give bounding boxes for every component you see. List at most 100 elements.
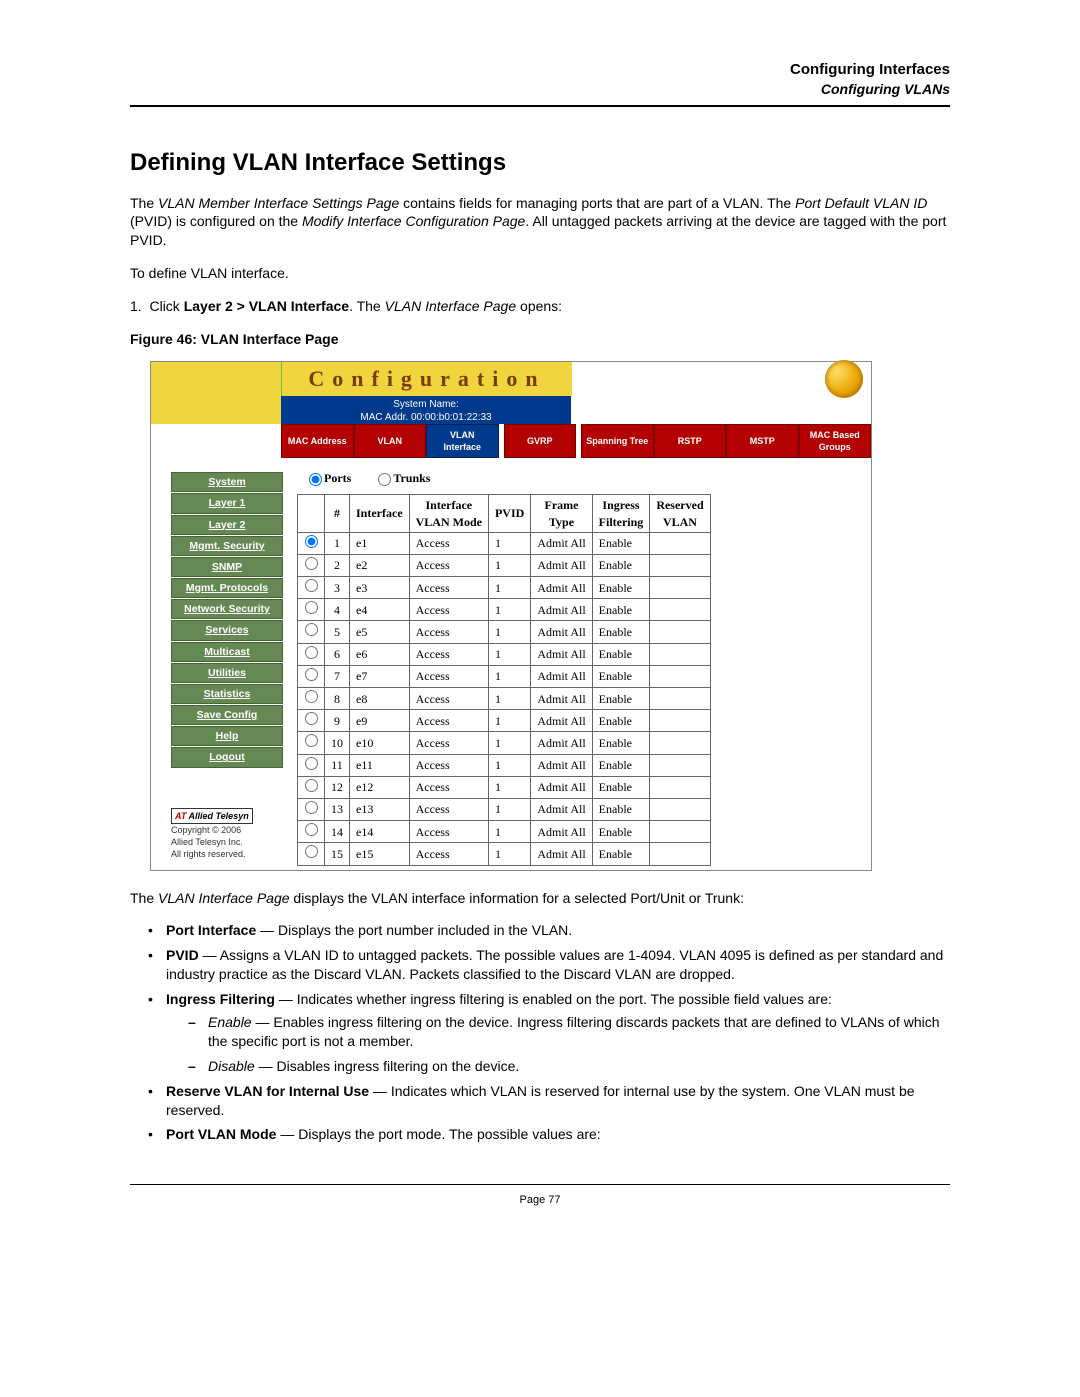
row-reserved	[650, 821, 710, 843]
row-pvid: 1	[488, 732, 530, 754]
sidebar-item-multicast[interactable]: Multicast	[171, 642, 283, 662]
row-select-radio[interactable]	[305, 601, 318, 614]
row-num: 12	[325, 776, 350, 798]
tab-mac-based-groups[interactable]: MAC Based Groups	[799, 424, 872, 458]
row-frametype: Admit All	[531, 665, 592, 687]
tab-spanning-tree[interactable]: Spanning Tree	[581, 424, 654, 458]
sub-list-item: Enable — Enables ingress filtering on th…	[188, 1013, 950, 1051]
row-select-radio[interactable]	[305, 557, 318, 570]
tab-rstp[interactable]: RSTP	[654, 424, 727, 458]
mac-address-label: MAC Addr. 00:00:b0:01:22:33	[281, 411, 571, 425]
sidebar-item-logout[interactable]: Logout	[171, 747, 283, 767]
row-select-radio[interactable]	[305, 623, 318, 636]
row-select-radio[interactable]	[305, 823, 318, 836]
sub-list-item: Disable — Disables ingress filtering on …	[188, 1057, 950, 1076]
tab-mstp[interactable]: MSTP	[726, 424, 799, 458]
row-pvid: 1	[488, 798, 530, 820]
row-select-radio[interactable]	[305, 668, 318, 681]
row-num: 10	[325, 732, 350, 754]
option-name: Disable	[208, 1058, 255, 1074]
row-reserved	[650, 754, 710, 776]
trunks-radio[interactable]	[378, 473, 391, 486]
row-reserved	[650, 688, 710, 710]
row-interface: e10	[350, 732, 410, 754]
text-italic: Modify Interface Configuration Page	[302, 213, 525, 229]
field-desc: — Displays the port number included in t…	[256, 922, 572, 938]
row-select-radio[interactable]	[305, 535, 318, 548]
row-frametype: Admit All	[531, 776, 592, 798]
sidebar-item-layer-1[interactable]: Layer 1	[171, 493, 283, 513]
row-interface: e9	[350, 710, 410, 732]
row-interface: e1	[350, 532, 410, 554]
list-item: Reserve VLAN for Internal Use — Indicate…	[148, 1082, 950, 1120]
field-name: Reserve VLAN for Internal Use	[166, 1083, 369, 1099]
row-select-radio[interactable]	[305, 579, 318, 592]
text-italic: VLAN Member Interface Settings Page	[158, 195, 399, 211]
row-reserved	[650, 710, 710, 732]
row-reserved	[650, 843, 710, 865]
sidebar-item-services[interactable]: Services	[171, 620, 283, 640]
tab-mac-address[interactable]: MAC Address	[281, 424, 354, 458]
row-interface: e13	[350, 798, 410, 820]
row-num: 15	[325, 843, 350, 865]
row-select-radio[interactable]	[305, 845, 318, 858]
row-mode: Access	[409, 621, 488, 643]
column-header: #	[325, 495, 350, 532]
row-ingress: Enable	[592, 754, 650, 776]
row-frametype: Admit All	[531, 621, 592, 643]
table-row: 11e11Access1Admit AllEnable	[298, 754, 711, 776]
ports-radio[interactable]	[309, 473, 322, 486]
tabs-row: MAC AddressVLANVLAN InterfaceGVRPSpannin…	[151, 424, 871, 458]
sidebar-item-utilities[interactable]: Utilities	[171, 663, 283, 683]
row-pvid: 1	[488, 532, 530, 554]
tab-vlan-interface[interactable]: VLAN Interface	[426, 424, 499, 458]
table-row: 13e13Access1Admit AllEnable	[298, 798, 711, 820]
row-interface: e11	[350, 754, 410, 776]
field-desc: — Indicates whether ingress filtering is…	[275, 991, 832, 1007]
row-select-radio[interactable]	[305, 712, 318, 725]
row-select-radio[interactable]	[305, 646, 318, 659]
row-reserved	[650, 732, 710, 754]
row-select-radio[interactable]	[305, 779, 318, 792]
sidebar-item-save-config[interactable]: Save Config	[171, 705, 283, 725]
row-mode: Access	[409, 554, 488, 576]
header-rule	[130, 105, 950, 107]
sidebar-item-layer-2[interactable]: Layer 2	[171, 515, 283, 535]
row-num: 9	[325, 710, 350, 732]
row-frametype: Admit All	[531, 532, 592, 554]
tab-gvrp[interactable]: GVRP	[504, 424, 577, 458]
row-ingress: Enable	[592, 710, 650, 732]
sidebar-item-network-security[interactable]: Network Security	[171, 599, 283, 619]
row-select-radio[interactable]	[305, 734, 318, 747]
sidebar-item-snmp[interactable]: SNMP	[171, 557, 283, 577]
row-num: 11	[325, 754, 350, 776]
row-frametype: Admit All	[531, 643, 592, 665]
header-line2: Configuring VLANs	[130, 80, 950, 99]
row-reserved	[650, 798, 710, 820]
vlan-interface-table: #InterfaceInterfaceVLAN ModePVIDFrameTyp…	[297, 494, 711, 865]
row-ingress: Enable	[592, 665, 650, 687]
table-row: 1e1Access1Admit AllEnable	[298, 532, 711, 554]
row-interface: e4	[350, 599, 410, 621]
row-pvid: 1	[488, 754, 530, 776]
row-pvid: 1	[488, 554, 530, 576]
page-header: Configuring Interfaces Configuring VLANs	[130, 60, 950, 99]
sidebar-item-statistics[interactable]: Statistics	[171, 684, 283, 704]
sidebar-item-system[interactable]: System	[171, 472, 283, 492]
tab-vlan[interactable]: VLAN	[354, 424, 427, 458]
row-num: 8	[325, 688, 350, 710]
table-row: 2e2Access1Admit AllEnable	[298, 554, 711, 576]
sidebar-item-mgmt-protocols[interactable]: Mgmt. Protocols	[171, 578, 283, 598]
table-row: 5e5Access1Admit AllEnable	[298, 621, 711, 643]
copyright-line: Copyright © 2006	[171, 825, 241, 835]
row-select-radio[interactable]	[305, 801, 318, 814]
row-reserved	[650, 621, 710, 643]
row-reserved	[650, 665, 710, 687]
sidebar-item-help[interactable]: Help	[171, 726, 283, 746]
row-ingress: Enable	[592, 798, 650, 820]
sidebar-item-mgmt-security[interactable]: Mgmt. Security	[171, 536, 283, 556]
row-select-radio[interactable]	[305, 690, 318, 703]
row-interface: e7	[350, 665, 410, 687]
row-select-radio[interactable]	[305, 757, 318, 770]
row-frametype: Admit All	[531, 599, 592, 621]
